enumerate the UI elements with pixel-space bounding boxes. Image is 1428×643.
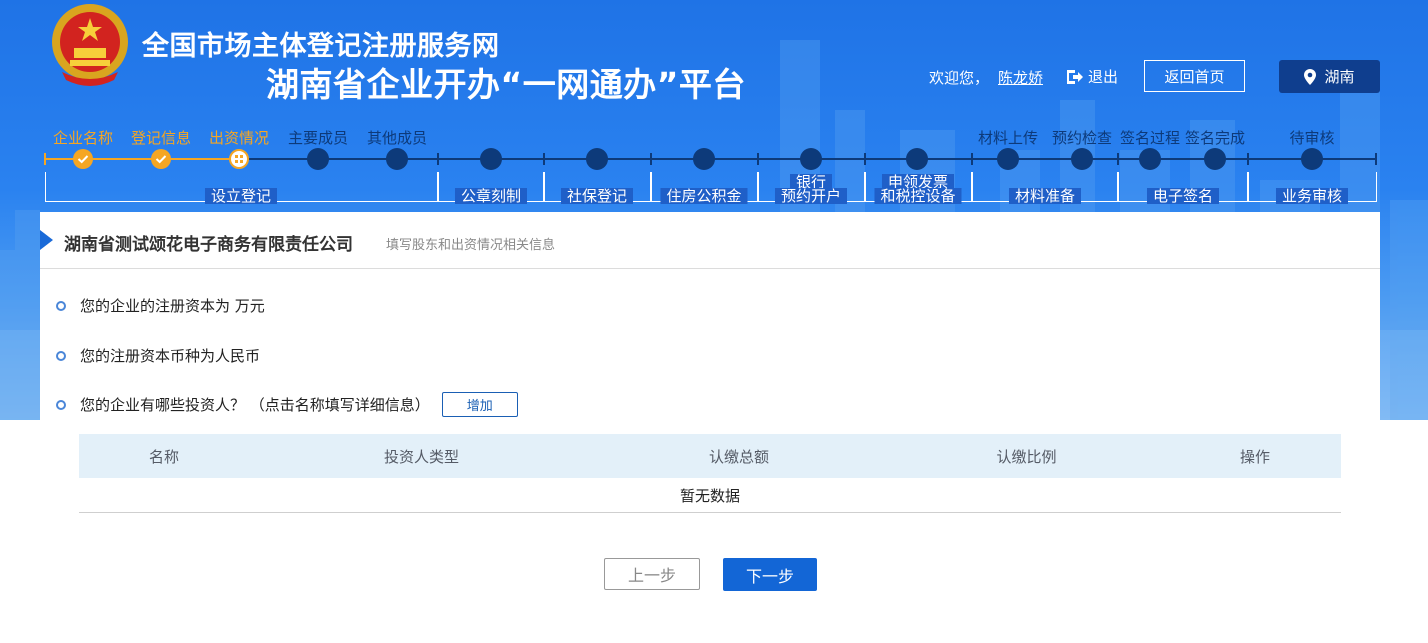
step-node-pending-review[interactable]	[1301, 148, 1323, 170]
home-button[interactable]: 返回首页	[1144, 60, 1245, 92]
step-label-registration-info: 登记信息	[130, 129, 192, 147]
group-label-establish: 设立登记	[204, 188, 278, 204]
group-label-seal: 公章刻制	[454, 188, 528, 204]
stepper-tick	[971, 153, 973, 165]
location-pin-icon	[1304, 68, 1317, 85]
step-node-bank-account[interactable]	[800, 148, 822, 170]
step-label-other-members: 其他成员	[366, 129, 428, 147]
username-link[interactable]: 陈龙娇	[998, 67, 1043, 88]
group-label-e-signature: 电子签名	[1146, 188, 1220, 204]
group-label-bank-line2: 预约开户	[774, 188, 848, 204]
column-header-actions: 操作	[1239, 447, 1270, 466]
step-node-signing-complete[interactable]	[1204, 148, 1226, 170]
step-node-registration-info[interactable]	[151, 149, 171, 169]
logout-label: 退出	[1088, 68, 1119, 86]
step-node-invoice[interactable]	[906, 148, 928, 170]
group-label-invoice-line2: 和税控设备	[874, 188, 962, 204]
question-investors: 您的企业有哪些投资人？ （点击名称填写详细信息） 增加	[56, 392, 518, 417]
region-label: 湖南	[1324, 68, 1355, 86]
previous-step-button[interactable]: 上一步	[604, 558, 700, 590]
step-label-main-members: 主要成员	[287, 129, 349, 147]
question-registered-capital: 您的企业的注册资本为 万元	[56, 295, 265, 316]
step-node-upload-materials[interactable]	[997, 148, 1019, 170]
logout-icon	[1067, 69, 1083, 84]
bullet-circle-icon	[56, 300, 66, 311]
region-selector-button[interactable]: 湖南	[1279, 60, 1380, 93]
stepper-tick	[1117, 153, 1119, 165]
company-name: 湖南省测试颂花电子商务有限责任公司	[64, 235, 353, 255]
step-node-capital[interactable]	[229, 149, 249, 169]
platform-title: 湖南省企业开办“一网通办”平台	[266, 65, 746, 104]
bullet-circle-icon	[56, 350, 66, 361]
add-investor-button[interactable]: 增加	[441, 392, 518, 417]
group-label-housing-fund: 住房公积金	[660, 188, 748, 204]
column-header-investor-type: 投资人类型	[383, 447, 459, 466]
stepper-tick	[44, 153, 46, 165]
question-text: 您的注册资本币种为人民币	[80, 347, 261, 365]
column-header-name: 名称	[148, 447, 179, 466]
stepper-tick	[1375, 153, 1377, 165]
check-icon	[155, 155, 167, 164]
bullet-circle-icon	[56, 399, 66, 410]
step-node-social-security[interactable]	[586, 148, 608, 170]
group-label-business-review: 业务审核	[1275, 188, 1349, 204]
step-node-appointment-check[interactable]	[1071, 148, 1093, 170]
step-label-signing-process: 签名过程	[1119, 129, 1181, 147]
step-label-appointment-check: 预约检查	[1051, 129, 1113, 147]
step-label-pending-review: 待审核	[1289, 129, 1335, 147]
step-label-upload-materials: 材料上传	[977, 129, 1039, 147]
stepper-tick	[650, 153, 652, 165]
welcome-text: 欢迎您，	[929, 69, 990, 87]
step-label-capital: 出资情况	[208, 129, 270, 147]
group-label-social-security: 社保登记	[560, 188, 634, 204]
step-node-company-name[interactable]	[73, 149, 93, 169]
content-panel: 湖南省测试颂花电子商务有限责任公司 填写股东和出资情况相关信息 您的企业的注册资…	[40, 212, 1380, 422]
stepper-tick	[1247, 153, 1249, 165]
table-empty-state: 暂无数据	[79, 478, 1341, 513]
next-step-button[interactable]: 下一步	[723, 558, 817, 591]
stepper-tick	[864, 153, 866, 165]
check-icon	[77, 155, 89, 164]
question-text: 您的企业有哪些投资人？ （点击名称填写详细信息）	[80, 396, 430, 414]
step-node-main-members[interactable]	[307, 148, 329, 170]
step-node-signing-process[interactable]	[1139, 148, 1161, 170]
step-label-company-name: 企业名称	[52, 129, 114, 147]
progress-stepper: 企业名称 登记信息 出资情况 主要成员 其他成员 材料上传 预约检查 签名过程 …	[0, 120, 1428, 212]
column-header-ratio: 认缴比例	[996, 447, 1057, 466]
stepper-tick	[437, 153, 439, 165]
stepper-tick	[757, 153, 759, 165]
investor-table: 名称 投资人类型 认缴总额 认缴比例 操作 暂无数据	[79, 434, 1341, 513]
step-node-other-members[interactable]	[386, 148, 408, 170]
table-header: 名称 投资人类型 认缴总额 认缴比例 操作	[79, 434, 1341, 478]
panel-header: 湖南省测试颂花电子商务有限责任公司 填写股东和出资情况相关信息	[40, 212, 1380, 269]
grid-icon	[235, 155, 243, 163]
question-currency: 您的注册资本币种为人民币	[56, 345, 260, 366]
step-node-seal[interactable]	[480, 148, 502, 170]
step-label-signing-complete: 签名完成	[1184, 129, 1246, 147]
step-node-housing-fund[interactable]	[693, 148, 715, 170]
national-emblem-icon	[52, 4, 128, 86]
group-label-material-prep: 材料准备	[1008, 188, 1082, 204]
logout-button[interactable]: 退出	[1066, 66, 1118, 87]
question-text: 您的企业的注册资本为 万元	[80, 297, 265, 315]
stepper-tick	[543, 153, 545, 165]
panel-subtitle: 填写股东和出资情况相关信息	[386, 238, 556, 253]
column-header-total-amount: 认缴总额	[708, 447, 769, 466]
section-arrow-icon	[40, 230, 53, 250]
